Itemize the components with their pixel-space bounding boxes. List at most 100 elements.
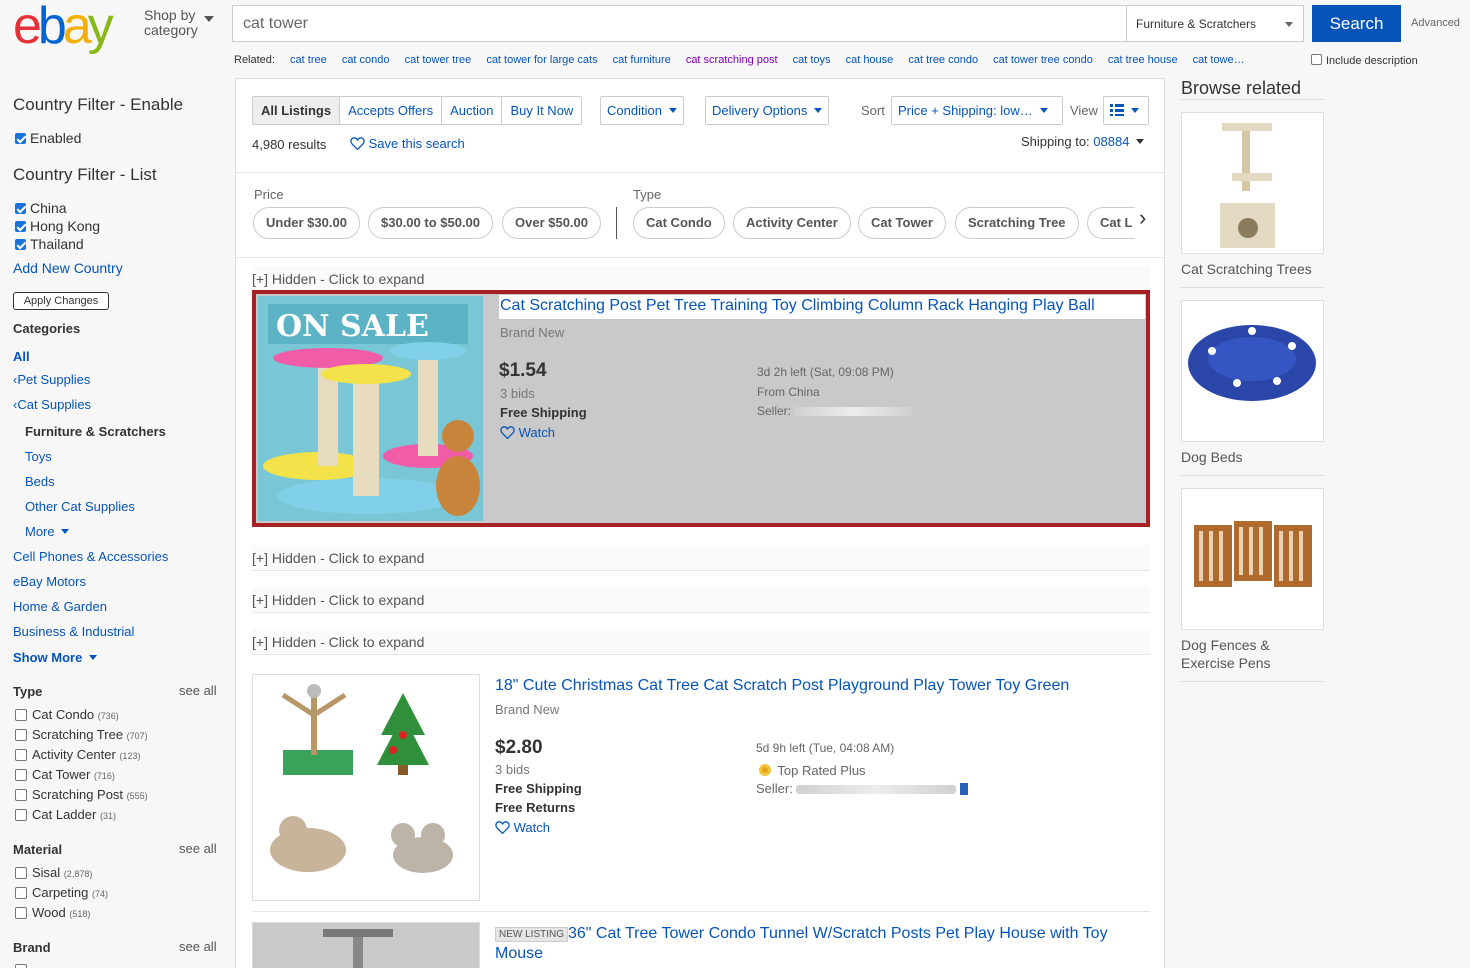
listing-shipping: Free Shipping	[500, 405, 587, 420]
add-new-country-link[interactable]: Add New Country	[13, 260, 123, 276]
related-link[interactable]: cat tower for large cats	[486, 54, 597, 66]
related-link[interactable]: cat tree house	[1108, 54, 1178, 66]
watch-button[interactable]: Watch	[500, 425, 555, 440]
zip-code[interactable]: 08884	[1093, 134, 1129, 149]
category-toys[interactable]: Toys	[25, 449, 52, 464]
material-filter-item[interactable]: Carpeting (74)	[15, 885, 108, 900]
category-cat-supplies[interactable]: ‹Cat Supplies	[13, 397, 91, 412]
category-cell-phones[interactable]: Cell Phones & Accessories	[13, 549, 168, 564]
related-searches: Related: cat tree cat condo cat tower tr…	[234, 54, 1245, 66]
type-filter-item[interactable]: Scratching Tree (707)	[15, 727, 148, 742]
divider	[252, 911, 1150, 912]
category-select[interactable]: Furniture & Scratchers	[1126, 6, 1303, 41]
type-pill-cat-ladder[interactable]: Cat L	[1087, 207, 1135, 239]
apply-changes-button[interactable]: Apply Changes	[13, 292, 109, 310]
browse-related-image[interactable]	[1181, 488, 1324, 630]
country-checkbox-china[interactable]: China	[15, 200, 67, 216]
cat-tree-product-image: ON SALE	[258, 296, 483, 521]
related-link[interactable]: cat tower tree condo	[993, 54, 1093, 66]
material-filter-item[interactable]: Sisal (2,878)	[15, 865, 92, 880]
related-link[interactable]: cat furniture	[613, 54, 671, 66]
new-listing-badge: NEW LISTING	[495, 927, 569, 942]
material-filter-item[interactable]: Wood (518)	[15, 905, 90, 920]
tab-accepts-offers[interactable]: Accepts Offers	[339, 97, 441, 124]
enabled-checkbox[interactable]: Enabled	[15, 130, 81, 146]
hidden-listing-row[interactable]: [+] Hidden - Click to expand	[252, 629, 1150, 655]
category-label: category	[144, 22, 198, 38]
category-pet-supplies[interactable]: ‹Pet Supplies	[13, 372, 90, 387]
type-see-all[interactable]: see all	[179, 683, 217, 698]
related-link[interactable]: cat condo	[342, 54, 390, 66]
type-filter-item[interactable]: Activity Center (123)	[15, 747, 140, 762]
type-filter-label: Type	[633, 187, 662, 202]
category-home-garden[interactable]: Home & Garden	[13, 599, 107, 614]
listing-image[interactable]	[252, 922, 480, 968]
shop-by-category-button[interactable]: Shop by category	[144, 7, 214, 38]
browse-related-label[interactable]: Cat Scratching Trees	[1181, 260, 1312, 278]
chevron-right-icon[interactable]: ›	[1139, 205, 1146, 231]
material-see-all[interactable]: see all	[179, 841, 217, 856]
related-link[interactable]: cat toys	[793, 54, 831, 66]
browse-related-label[interactable]: Dog Beds	[1181, 448, 1242, 466]
related-link[interactable]: cat towe…	[1193, 54, 1245, 66]
tab-buy-it-now[interactable]: Buy It Now	[501, 97, 581, 124]
chevron-down-icon	[1039, 108, 1048, 113]
shipping-to[interactable]: Shipping to: 08884	[1021, 134, 1145, 149]
listing-title[interactable]: 18" Cute Christmas Cat Tree Cat Scratch …	[495, 677, 1069, 695]
watch-button[interactable]: Watch	[495, 820, 550, 835]
type-filter-item[interactable]: Cat Tower (716)	[15, 767, 115, 782]
type-filter-item[interactable]: Cat Ladder (31)	[15, 807, 116, 822]
delivery-options-dropdown[interactable]: Delivery Options	[705, 96, 830, 125]
save-search-link[interactable]: Save this search	[350, 136, 465, 151]
brand-filter-item[interactable]	[15, 962, 32, 968]
tab-auction[interactable]: Auction	[441, 97, 501, 124]
checkbox[interactable]	[1311, 54, 1322, 65]
browse-related-image[interactable]	[1181, 300, 1324, 442]
category-business-industrial[interactable]: Business & Industrial	[13, 624, 134, 639]
listing-image[interactable]	[252, 674, 480, 901]
listing-title[interactable]: Cat Scratching Post Pet Tree Training To…	[500, 297, 1095, 315]
category-more[interactable]: More	[25, 524, 70, 539]
power-seller-icon	[960, 783, 969, 795]
ebay-logo[interactable]: ebay	[13, 0, 114, 54]
search-button[interactable]: Search	[1312, 5, 1401, 42]
related-link[interactable]: cat scratching post	[686, 54, 778, 66]
search-input[interactable]: cat tower	[243, 15, 308, 33]
listing-image[interactable]: ON SALE	[258, 296, 483, 521]
price-pill-30-50[interactable]: $30.00 to $50.00	[368, 207, 494, 239]
browse-related-image[interactable]	[1181, 112, 1324, 254]
category-ebay-motors[interactable]: eBay Motors	[13, 574, 86, 589]
type-filter-item[interactable]: Cat Condo (736)	[15, 707, 119, 722]
type-pill-activity-center[interactable]: Activity Center	[733, 207, 851, 239]
hidden-listing-row[interactable]: [+] Hidden - Click to expand	[252, 266, 1150, 292]
price-pill-under-30[interactable]: Under $30.00	[253, 207, 360, 239]
view-dropdown[interactable]	[1103, 96, 1149, 125]
country-checkbox-hong-kong[interactable]: Hong Kong	[15, 218, 100, 234]
condition-dropdown[interactable]: Condition	[600, 96, 684, 125]
hidden-listing-row[interactable]: [+] Hidden - Click to expand	[252, 587, 1150, 613]
type-pill-cat-tower[interactable]: Cat Tower	[858, 207, 946, 239]
browse-related-label[interactable]: Dog Fences & Exercise Pens	[1181, 636, 1270, 672]
related-link[interactable]: cat tree	[290, 54, 327, 66]
related-link[interactable]: cat tower tree	[405, 54, 472, 66]
type-pill-scratching-tree[interactable]: Scratching Tree	[955, 207, 1079, 239]
sort-dropdown[interactable]: Price + Shipping: low…	[891, 96, 1063, 125]
shop-by-label: Shop by	[144, 7, 196, 23]
price-pill-over-50[interactable]: Over $50.00	[502, 207, 602, 239]
category-all[interactable]: All	[13, 349, 30, 364]
listing-title-continued[interactable]: Mouse	[495, 945, 543, 963]
brand-see-all[interactable]: see all	[179, 939, 217, 954]
related-link[interactable]: cat tree condo	[908, 54, 978, 66]
related-link[interactable]: cat house	[846, 54, 894, 66]
tab-all-listings[interactable]: All Listings	[253, 97, 340, 124]
include-description-checkbox[interactable]: Include description	[1311, 54, 1418, 67]
type-filter-item[interactable]: Scratching Post (555)	[15, 787, 148, 802]
country-checkbox-thailand[interactable]: Thailand	[15, 236, 84, 252]
category-beds[interactable]: Beds	[25, 474, 55, 489]
listing-title[interactable]: 36" Cat Tree Tower Condo Tunnel W/Scratc…	[568, 925, 1108, 943]
category-other-cat-supplies[interactable]: Other Cat Supplies	[25, 499, 135, 514]
hidden-listing-row[interactable]: [+] Hidden - Click to expand	[252, 545, 1150, 571]
advanced-search-link[interactable]: Advanced	[1411, 17, 1460, 29]
show-more-categories[interactable]: Show More	[13, 650, 97, 665]
type-pill-cat-condo[interactable]: Cat Condo	[633, 207, 725, 239]
